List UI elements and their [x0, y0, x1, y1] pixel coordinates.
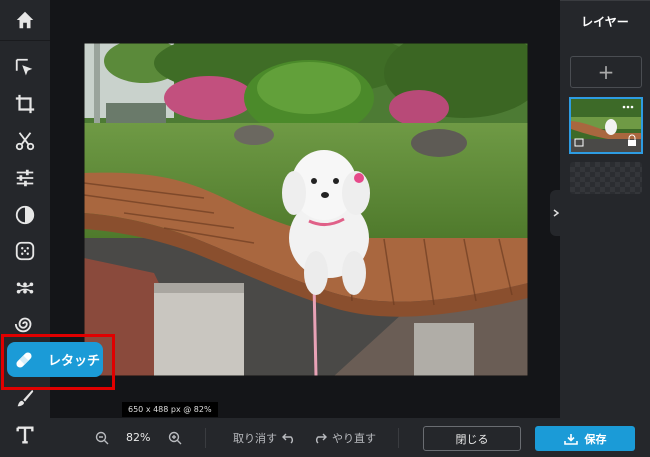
cutout-tool[interactable] — [0, 124, 50, 158]
layers-panel: レイヤー + — [560, 0, 650, 418]
layer-thumbnail — [571, 99, 641, 152]
image-size-info: 650 x 488 px @ 82% — [122, 402, 218, 417]
photo-image[interactable] — [84, 43, 528, 376]
add-layer-button[interactable]: + — [570, 56, 642, 88]
effect-tool[interactable] — [0, 198, 50, 232]
bandage-icon — [7, 342, 41, 377]
download-icon — [563, 433, 578, 445]
undo-icon — [282, 433, 293, 444]
retouch-tool-active[interactable]: レタッチ — [7, 342, 103, 377]
crop-tool[interactable] — [0, 87, 50, 121]
zoom-level: 82% — [126, 431, 151, 444]
swirl-icon — [14, 317, 32, 333]
home-button[interactable] — [0, 3, 50, 37]
scissors-icon — [15, 132, 35, 151]
filter-tool[interactable] — [0, 234, 50, 268]
chevron-right-icon — [553, 209, 559, 217]
layer-item-photo[interactable] — [569, 97, 643, 154]
zoom-out-icon — [95, 431, 109, 444]
undo-label: 取り消す — [233, 431, 277, 445]
crop-icon — [15, 94, 35, 114]
sliders-icon — [16, 169, 34, 187]
toolbar-divider — [0, 40, 50, 41]
save-button[interactable]: 保存 — [535, 426, 635, 451]
text-tool[interactable] — [0, 418, 50, 452]
bottom-divider — [398, 428, 399, 448]
arrange-tool[interactable] — [0, 51, 50, 85]
arrange-icon — [15, 58, 33, 76]
home-icon — [16, 11, 34, 29]
liquify-icon — [16, 282, 34, 294]
save-label: 保存 — [584, 432, 607, 446]
redo-label: やり直す — [332, 431, 376, 445]
panel-title: レイヤー — [581, 15, 629, 29]
photo-editor-app: 650 x 488 px @ 82% レタッチ レイヤー + 82% 取り消す … — [0, 0, 650, 457]
redo-button[interactable]: やり直す — [313, 418, 376, 457]
retouch-label: レタッチ — [48, 354, 101, 369]
zoom-out-button[interactable] — [95, 418, 109, 457]
undo-button[interactable]: 取り消す — [233, 418, 296, 457]
redo-icon — [316, 433, 327, 444]
filter-grid-icon — [15, 241, 35, 261]
bottom-bar: 82% 取り消す やり直す 閉じる 保存 — [50, 418, 650, 457]
adjust-tool[interactable] — [0, 161, 50, 195]
text-icon — [16, 426, 34, 444]
close-button[interactable]: 閉じる — [423, 426, 521, 451]
dog-on-bench-image — [84, 43, 528, 376]
zoom-in-button[interactable] — [168, 418, 182, 457]
layer-item-empty[interactable] — [570, 162, 642, 194]
zoom-in-icon — [168, 431, 182, 444]
brush-icon — [17, 389, 34, 407]
canvas-area[interactable]: 650 x 488 px @ 82% — [50, 0, 560, 418]
liquify-tool[interactable] — [0, 271, 50, 305]
bottom-divider — [205, 428, 206, 448]
contrast-icon — [15, 205, 35, 225]
